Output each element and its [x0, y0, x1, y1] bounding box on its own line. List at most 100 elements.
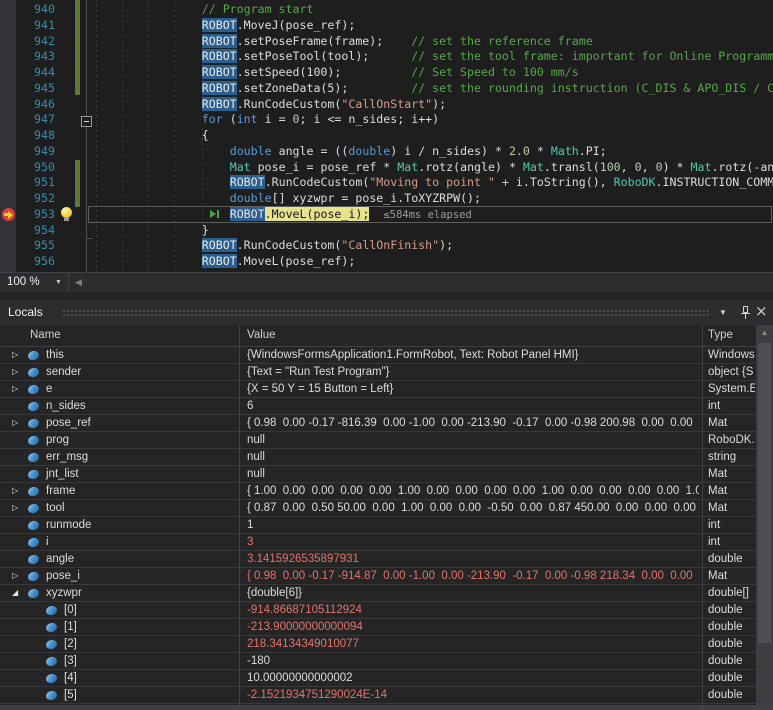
code-token: ) i / n_sides) *	[390, 144, 509, 158]
locals-row-[5][interactable]: [5]-2.1521934751290024E-14double	[0, 687, 756, 704]
code-line-947[interactable]: for (int i = 0; i <= n_sides; i++)	[202, 112, 439, 128]
bottom-splitter[interactable]	[0, 705, 773, 710]
breakpoint-current-statement-icon[interactable]	[2, 208, 15, 221]
column-header-type[interactable]: Type	[708, 329, 733, 341]
locals-row-[3][interactable]: [3]-180double	[0, 653, 756, 670]
locals-row-jnt_list[interactable]: jnt_listnullMat	[0, 466, 756, 483]
locals-row-tool[interactable]: ▷tool{ 0.87 0.00 0.50 50.00 0.00 1.00 0.…	[0, 500, 756, 517]
expand-arrow-icon[interactable]: ▷	[12, 486, 18, 496]
code-token: .setPoseTool(tool);	[237, 49, 412, 63]
scroll-up-arrow-icon[interactable]: ▲	[756, 325, 773, 340]
variable-value[interactable]: { 0.98 0.00 -0.17 -914.87 0.00 -1.00 0.0…	[247, 570, 699, 582]
locals-row-this[interactable]: ▷this{WindowsFormsApplication1.FormRobot…	[0, 347, 756, 364]
locals-row-n_sides[interactable]: n_sides6int	[0, 398, 756, 415]
perf-tip[interactable]: ≤584ms elapsed	[383, 209, 472, 221]
locals-title-bar[interactable]: Locals ▼ ×	[0, 300, 773, 325]
locals-row-[1][interactable]: [1]-213.90000000000094double	[0, 619, 756, 636]
locals-row-prog[interactable]: prognullRoboDK.	[0, 432, 756, 449]
variable-icon	[27, 418, 40, 429]
line-number: 945	[15, 81, 55, 97]
code-line-952[interactable]: double[] xyzwpr = pose_i.ToXYZRPW();	[230, 191, 481, 207]
window-position-menu-icon[interactable]: ▼	[719, 308, 727, 317]
variable-value[interactable]: 1	[247, 519, 699, 531]
variable-value[interactable]: 10.00000000000002	[247, 672, 699, 684]
variable-value[interactable]: { 0.87 0.00 0.50 50.00 0.00 1.00 0.00 0.…	[247, 502, 699, 514]
code-line-945[interactable]: ROBOT.setZoneData(5); // set the roundin…	[202, 81, 773, 97]
code-line-956[interactable]: ROBOT.MoveL(pose_ref);	[202, 254, 356, 270]
variable-value[interactable]: 3.1415926535897931	[247, 553, 699, 565]
code-token: // Set Speed to 100 mm/s	[411, 65, 579, 79]
collapse-arrow-icon[interactable]: ◢	[12, 588, 18, 598]
column-header-name[interactable]: Name	[30, 329, 61, 341]
locals-row-[2][interactable]: [2]218.34134349010077double	[0, 636, 756, 653]
variable-value[interactable]: {X = 50 Y = 15 Button = Left}	[247, 383, 699, 395]
variable-value[interactable]: {double[6]}	[247, 587, 699, 599]
column-divider[interactable]	[239, 325, 240, 705]
variable-value[interactable]: null	[247, 468, 699, 480]
variable-name: frame	[46, 485, 75, 497]
variable-value[interactable]: -2.1521934751290024E-14	[247, 689, 699, 701]
collapse-region-toggle[interactable]	[81, 116, 92, 127]
line-number: 946	[15, 97, 55, 113]
variable-value[interactable]: 6	[247, 400, 699, 412]
code-editor[interactable]: 940// Program start941ROBOT.MoveJ(pose_r…	[0, 0, 773, 272]
variable-value[interactable]: null	[247, 434, 699, 446]
breakpoint-margin[interactable]	[0, 0, 16, 272]
code-line-948[interactable]: {	[202, 128, 209, 144]
code-line-955[interactable]: ROBOT.RunCodeCustom("CallOnFinish");	[202, 238, 453, 254]
locals-row-pose_ref[interactable]: ▷pose_ref{ 0.98 0.00 -0.17 -816.39 0.00 …	[0, 415, 756, 432]
locals-row-err_msg[interactable]: err_msgnullstring	[0, 449, 756, 466]
column-divider[interactable]	[702, 325, 703, 705]
variable-icon	[27, 401, 40, 412]
locals-row-sender[interactable]: ▷sender{Text = "Run Test Program"}object…	[0, 364, 756, 381]
locals-row-xyzwpr[interactable]: ◢xyzwpr{double[6]}double[]	[0, 585, 756, 602]
code-line-946[interactable]: ROBOT.RunCodeCustom("CallOnStart");	[202, 97, 446, 113]
code-line-950[interactable]: Mat pose_i = pose_ref * Mat.rotz(angle) …	[230, 160, 773, 176]
expand-arrow-icon[interactable]: ▷	[12, 367, 18, 377]
variable-value[interactable]: 3	[247, 536, 699, 548]
run-to-cursor-icon[interactable]	[210, 210, 220, 219]
variable-value[interactable]: { 1.00 0.00 0.00 0.00 0.00 1.00 0.00 0.0…	[247, 485, 699, 497]
locals-row-e[interactable]: ▷e{X = 50 Y = 15 Button = Left}System.E	[0, 381, 756, 398]
locals-row-i[interactable]: i3int	[0, 534, 756, 551]
code-token: Mat	[230, 160, 251, 174]
variable-value[interactable]: -914.86687105112924	[247, 604, 699, 616]
variable-value[interactable]: -213.90000000000094	[247, 621, 699, 633]
code-line-944[interactable]: ROBOT.setSpeed(100); // Set Speed to 100…	[202, 65, 579, 81]
code-line-953[interactable]: ROBOT.MoveL(pose_i);≤584ms elapsed	[230, 207, 472, 224]
locals-row-[0][interactable]: [0]-914.86687105112924double	[0, 602, 756, 619]
expand-arrow-icon[interactable]: ▷	[12, 350, 18, 360]
code-line-949[interactable]: double angle = ((double) i / n_sides) * …	[230, 144, 607, 160]
expand-arrow-icon[interactable]: ▷	[12, 571, 18, 581]
expand-arrow-icon[interactable]: ▷	[12, 384, 18, 394]
locals-row-runmode[interactable]: runmode1int	[0, 517, 756, 534]
pin-icon[interactable]	[740, 305, 751, 320]
locals-scrollbar[interactable]: ▲	[756, 325, 773, 705]
close-icon[interactable]: ×	[755, 302, 768, 320]
variable-value[interactable]: null	[247, 451, 699, 463]
scrollbar-thumb[interactable]	[758, 343, 771, 643]
code-line-942[interactable]: ROBOT.setPoseFrame(frame); // set the re…	[202, 34, 593, 50]
lightbulb-quick-actions-icon[interactable]	[61, 207, 72, 218]
code-line-951[interactable]: ROBOT.RunCodeCustom("Moving to point " +…	[230, 175, 773, 191]
variable-icon	[27, 435, 40, 446]
column-header-value[interactable]: Value	[247, 329, 276, 341]
expand-arrow-icon[interactable]: ▷	[12, 503, 18, 513]
locals-row-angle[interactable]: angle3.1415926535897931double	[0, 551, 756, 568]
expand-arrow-icon[interactable]: ▷	[12, 418, 18, 428]
locals-row-[4][interactable]: [4]10.00000000000002double	[0, 670, 756, 687]
hscroll-left-arrow-icon[interactable]: ◀	[75, 277, 82, 288]
code-line-954[interactable]: }	[202, 223, 209, 239]
code-token: Mat	[397, 160, 418, 174]
editor-zoom-control[interactable]: 100 % ▼	[0, 273, 68, 293]
variable-value[interactable]: -180	[247, 655, 699, 667]
code-line-940[interactable]: // Program start	[202, 2, 314, 18]
variable-value[interactable]: {Text = "Run Test Program"}	[247, 366, 699, 378]
code-line-943[interactable]: ROBOT.setPoseTool(tool); // set the tool…	[202, 49, 773, 65]
code-line-941[interactable]: ROBOT.MoveJ(pose_ref);	[202, 18, 356, 34]
variable-value[interactable]: { 0.98 0.00 -0.17 -816.39 0.00 -1.00 0.0…	[247, 417, 699, 429]
variable-value[interactable]: {WindowsFormsApplication1.FormRobot, Tex…	[247, 349, 699, 361]
locals-row-frame[interactable]: ▷ frame { 1.00 0.00 0.00 0.00 0.00 1.00 0.…	[0, 483, 756, 500]
variable-value[interactable]: 218.34134349010077	[247, 638, 699, 650]
locals-row-pose_i[interactable]: ▷pose_i{ 0.98 0.00 -0.17 -914.87 0.00 -1…	[0, 568, 756, 585]
